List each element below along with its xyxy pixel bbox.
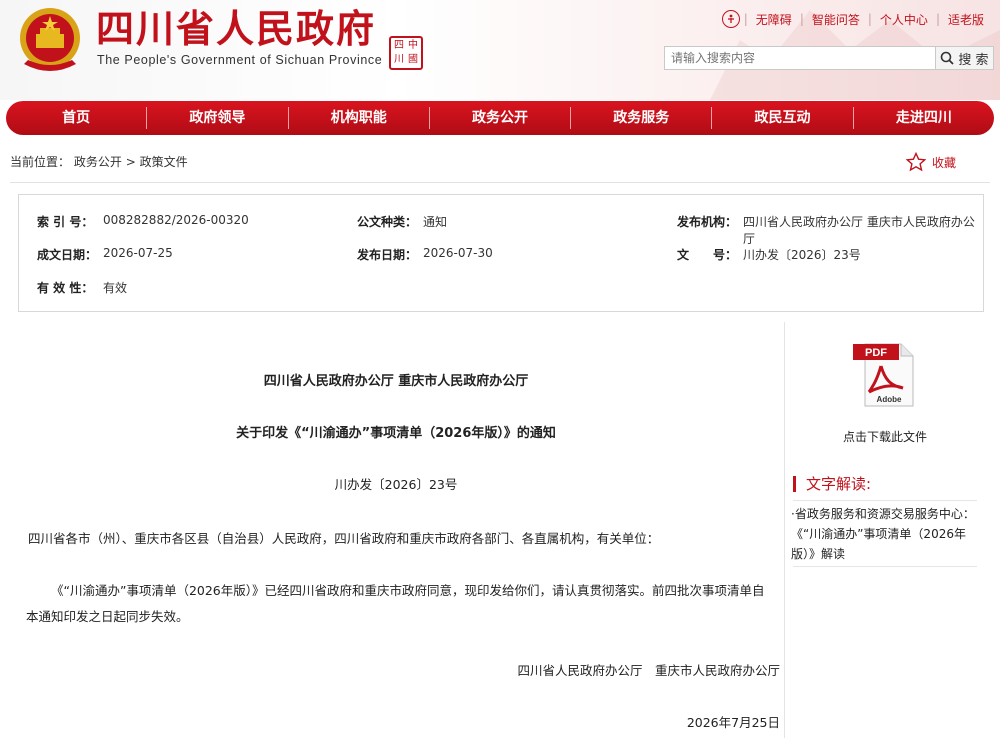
created-date-value: 2026-07-25 (103, 246, 173, 260)
created-date-label: 成文日期： (37, 248, 98, 262)
doc-number-label: 文 号： (677, 248, 738, 262)
index-label: 索 引 号： (37, 215, 94, 229)
elderly-mode-link[interactable]: 适老版 (940, 11, 992, 28)
document-salutation: 四川省各市（州）、重庆市各区县（自治县）人民政府，四川省政府和重庆市政府各部门、… (28, 531, 660, 546)
site-title[interactable]: 四川省人民政府 (96, 6, 376, 52)
interpretation-link[interactable]: ·省政务服务和资源交易服务中心：《“川渝通办”事项清单（2026年版）》解读 (791, 504, 979, 564)
personal-center-link[interactable]: 个人中心 (872, 11, 936, 28)
breadcrumb: 当前位置： 政务公开 > 政策文件 (10, 153, 188, 170)
breadcrumb-policy-docs[interactable]: 政策文件 (140, 155, 188, 169)
nav-about-sichuan[interactable]: 走进四川 (852, 107, 994, 129)
smart-qa-link[interactable]: 智能问答 (804, 11, 868, 28)
published-date-value: 2026-07-30 (423, 246, 493, 260)
favorite-button[interactable]: 收藏 (906, 152, 956, 172)
national-emblem-icon (20, 8, 80, 71)
pdf-file-icon[interactable]: PDF Adobe (851, 340, 917, 410)
validity-value: 有效 (103, 281, 128, 295)
divider (10, 182, 990, 183)
document-issuer: 四川省人民政府办公厅 重庆市人民政府办公厅 (263, 374, 529, 389)
nav-functions[interactable]: 机构职能 (287, 107, 429, 129)
doc-type-value: 通知 (423, 215, 448, 229)
doc-number-value: 川办发〔2026〕23号 (743, 248, 861, 262)
validity-label: 有 效 性： (37, 281, 94, 295)
publisher-value: 四川省人民政府办公厅 重庆市人民政府办公厅 (743, 215, 975, 246)
divider (793, 500, 977, 501)
document-number: 川办发〔2026〕23号 (334, 477, 458, 492)
site-header: 四川省人民政府 The People's Government of Sichu… (0, 0, 1000, 100)
doc-type-label: 公文种类： (357, 215, 418, 229)
document-content: 四川省人民政府办公厅 重庆市人民政府办公厅 关于印发《“川渝通办”事项清单（20… (12, 322, 780, 738)
main-nav: 首页 政府领导 机构职能 政务公开 政务服务 政民互动 走进四川 (6, 101, 994, 135)
search-button[interactable]: 搜 索 (936, 46, 994, 70)
document-title: 关于印发《“川渝通办”事项清单（2026年版）》的通知 (236, 426, 556, 441)
breadcrumb-public-affairs[interactable]: 政务公开 (74, 155, 122, 169)
nav-home[interactable]: 首页 (6, 107, 146, 129)
nav-interaction[interactable]: 政民互动 (711, 107, 852, 129)
search-button-label: 搜 索 (958, 52, 989, 68)
star-icon (906, 152, 926, 172)
download-link[interactable]: 点击下载此文件 (785, 428, 985, 445)
accessibility-icon[interactable] (721, 10, 740, 28)
breadcrumb-separator: > (125, 155, 136, 169)
document-signature: 四川省人民政府办公厅 重庆市人民政府办公厅 (517, 663, 780, 678)
document-body: 《“川渝通办”事项清单（2026年版）》已经四川省政府和重庆市政府同意，现印发给… (26, 583, 765, 624)
search-icon (941, 51, 955, 65)
published-date-label: 发布日期： (357, 248, 418, 262)
accessibility-link[interactable]: 无障碍 (748, 11, 800, 28)
favorite-label: 收藏 (932, 155, 957, 170)
search-input[interactable] (664, 46, 936, 70)
nav-leaders[interactable]: 政府领导 (146, 107, 287, 129)
site-subtitle: The People's Government of Sichuan Provi… (97, 53, 383, 67)
top-links: | 无障碍 | 智能问答 | 个人中心 | 适老版 (721, 10, 992, 28)
breadcrumb-prefix: 当前位置： (10, 155, 71, 169)
nav-public-affairs[interactable]: 政务公开 (428, 107, 570, 129)
publisher-label: 发布机构： (677, 215, 738, 229)
index-value: 008282882/2026-00320 (103, 213, 249, 227)
adobe-label: Adobe (877, 395, 902, 404)
document-meta: 索 引 号： 008282882/2026-00320 公文种类： 通知 发布机… (18, 194, 984, 312)
pdf-label: PDF (865, 347, 887, 359)
nav-services[interactable]: 政务服务 (570, 107, 711, 129)
sidebar: PDF Adobe 点击下载此文件 文字解读: ·省政务服务和资源交易服务中心：… (784, 322, 984, 738)
divider (793, 566, 977, 567)
interpretation-title: 文字解读: (793, 476, 871, 492)
seal-stamp: 四 中 川 國 (389, 36, 423, 70)
document-date: 2026年7月25日 (686, 715, 780, 730)
